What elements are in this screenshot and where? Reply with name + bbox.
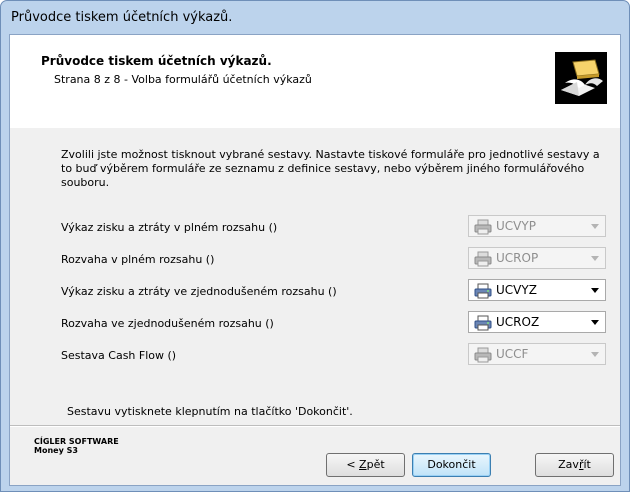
printer-icon xyxy=(474,283,492,299)
combo-value: UCROZ xyxy=(496,315,540,329)
row-label-vzz-simple: Výkaz zisku a ztráty ve zjednodušeném ro… xyxy=(61,285,337,298)
combo-value: UCCF xyxy=(496,347,529,361)
open-book-icon xyxy=(555,52,607,104)
combo-vzz-full[interactable]: UCVYP xyxy=(468,215,606,237)
window-title: Průvodce tiskem účetních výkazů. xyxy=(11,10,233,25)
printer-icon xyxy=(474,315,492,331)
header-subtitle: Strana 8 z 8 - Volba formulářů účetních … xyxy=(54,73,312,86)
close-button-prefix: Zav xyxy=(558,458,579,471)
row-label-vzz-full: Výkaz zisku a ztráty v plném rozsahu () xyxy=(61,221,278,234)
combo-vzz-simple[interactable]: UCVYZ xyxy=(468,279,606,301)
close-button[interactable]: Zavřít xyxy=(535,453,614,477)
printer-icon xyxy=(474,347,492,363)
back-button[interactable]: < Zpět xyxy=(326,453,405,477)
chevron-down-icon xyxy=(591,224,599,229)
finish-button[interactable]: Dokončit xyxy=(412,453,491,477)
combo-rozvaha-simple[interactable]: UCROZ xyxy=(468,311,606,333)
header-title: Průvodce tiskem účetních výkazů. xyxy=(41,54,272,68)
close-button-rest: ít xyxy=(583,458,591,471)
wizard-window: Průvodce tiskem účetních výkazů. Průvodc… xyxy=(0,0,630,492)
row-label-rozvaha-simple: Rozvaha ve zjednodušeném rozsahu () xyxy=(61,317,274,330)
brand-label: CÍGLER SOFTWARE Money S3 xyxy=(34,437,119,455)
combo-value: UCVYP xyxy=(496,219,536,233)
printer-icon xyxy=(474,219,492,235)
back-button-rest: pět xyxy=(366,458,385,471)
header-separator xyxy=(10,127,620,128)
brand-company: CÍGLER SOFTWARE xyxy=(34,437,119,446)
finish-hint: Sestavu vytisknete klepnutím na tlačítko… xyxy=(67,405,353,418)
chevron-down-icon xyxy=(591,320,599,325)
wizard-header: Průvodce tiskem účetních výkazů. Strana … xyxy=(10,35,620,128)
combo-value: UCROP xyxy=(496,251,539,265)
back-button-accelerator: Z xyxy=(359,458,367,471)
footer-separator-highlight xyxy=(10,426,620,427)
chevron-down-icon xyxy=(591,352,599,357)
combo-rozvaha-full[interactable]: UCROP xyxy=(468,247,606,269)
brand-product: Money S3 xyxy=(34,446,78,455)
printer-icon xyxy=(474,251,492,267)
chevron-down-icon xyxy=(591,288,599,293)
back-button-prefix: < xyxy=(346,458,360,471)
row-label-cash-flow: Sestava Cash Flow () xyxy=(61,349,177,362)
combo-value: UCVYZ xyxy=(496,283,537,297)
combo-cash-flow[interactable]: UCCF xyxy=(468,343,606,365)
wizard-client-area: Průvodce tiskem účetních výkazů. Strana … xyxy=(9,34,621,486)
row-label-rozvaha-full: Rozvaha v plném rozsahu () xyxy=(61,253,215,266)
description-text: Zvolili jste možnost tisknout vybrané se… xyxy=(61,148,600,189)
chevron-down-icon xyxy=(591,256,599,261)
